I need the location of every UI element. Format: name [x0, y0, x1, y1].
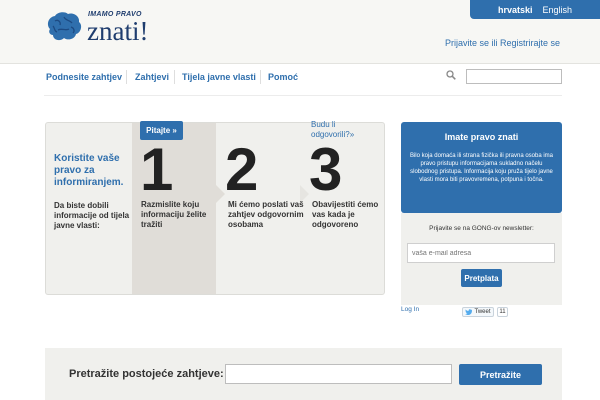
nav-public-bodies[interactable]: Tijela javne vlasti [182, 72, 256, 82]
step-3-text: Obavijestiti ćemo vas kada je odgovoreno [312, 200, 379, 229]
info-title: Imate pravo znati [444, 132, 519, 142]
login-register-link[interactable]: Prijavite se ili Registrirajte se [445, 38, 560, 48]
intro-text: Da biste dobili informacije od tijela ja… [54, 201, 130, 230]
nav-submit-request[interactable]: Podnesite zahtjev [46, 72, 122, 82]
nav-requests[interactable]: Zahtjevi [135, 72, 169, 82]
nav-divider [126, 70, 127, 84]
intro-title: Koristite vaše pravo za informiranjem. [54, 153, 124, 188]
newsletter-label: Prijavite se na GONG-ov newsletter: [429, 225, 534, 232]
subscribe-button[interactable]: Pretplata [461, 269, 502, 287]
step-2-number: 2 [225, 136, 259, 203]
step-3-number: 3 [309, 136, 343, 203]
language-switcher: hrvatski English [470, 0, 600, 19]
lang-hrvatski[interactable]: hrvatski [498, 5, 533, 15]
nav-divider [260, 70, 261, 84]
nav-divider-line [44, 95, 562, 96]
lang-english[interactable]: English [543, 5, 573, 15]
request-search-button[interactable]: Pretražite [459, 364, 542, 385]
nav-search-input[interactable] [466, 69, 562, 84]
tweet-button[interactable]: Tweet [462, 307, 494, 317]
twitter-bird-icon [465, 309, 473, 315]
login-link[interactable]: Log In [401, 306, 419, 313]
answered-link[interactable]: Budu li odgovorili?» [311, 120, 373, 140]
site-logo[interactable]: IMAMO PRAVO znati! [44, 9, 174, 49]
search-icon[interactable] [446, 70, 456, 80]
step-1-text: Razmislite koju informaciju želite traži… [141, 200, 207, 229]
how-it-works-panel: Koristite vaše pravo za informiranjem. D… [45, 122, 385, 295]
logo-wordmark: znati! [87, 16, 149, 46]
site-header: IMAMO PRAVO znati! hrvatski English Prij… [0, 0, 600, 64]
tweet-count: 11 [497, 307, 508, 317]
step-2-text: Mi ćemo poslati vaš zahtjev odgovornim o… [228, 200, 304, 229]
newsletter-email-input[interactable] [407, 243, 555, 263]
step-1-number: 1 [140, 136, 174, 203]
request-search-input[interactable] [225, 364, 452, 384]
info-box: Imate pravo znati Bilo koja domaća ili s… [401, 122, 562, 213]
brain-logo-icon [47, 12, 82, 41]
newsletter-box: Prijavite se na GONG-ov newsletter: Pret… [401, 213, 562, 305]
ask-button[interactable]: Pitajte » [140, 121, 183, 140]
nav-divider [174, 70, 175, 84]
info-text: Bilo koja domaća ili strana fizička ili … [409, 153, 554, 183]
tweet-label: Tweet [474, 309, 491, 315]
nav-help[interactable]: Pomoć [268, 72, 298, 82]
request-search-bar: Pretražite postojeće zahtjeve: Pretražit… [45, 348, 562, 400]
request-search-label: Pretražite postojeće zahtjeve: [69, 368, 224, 380]
